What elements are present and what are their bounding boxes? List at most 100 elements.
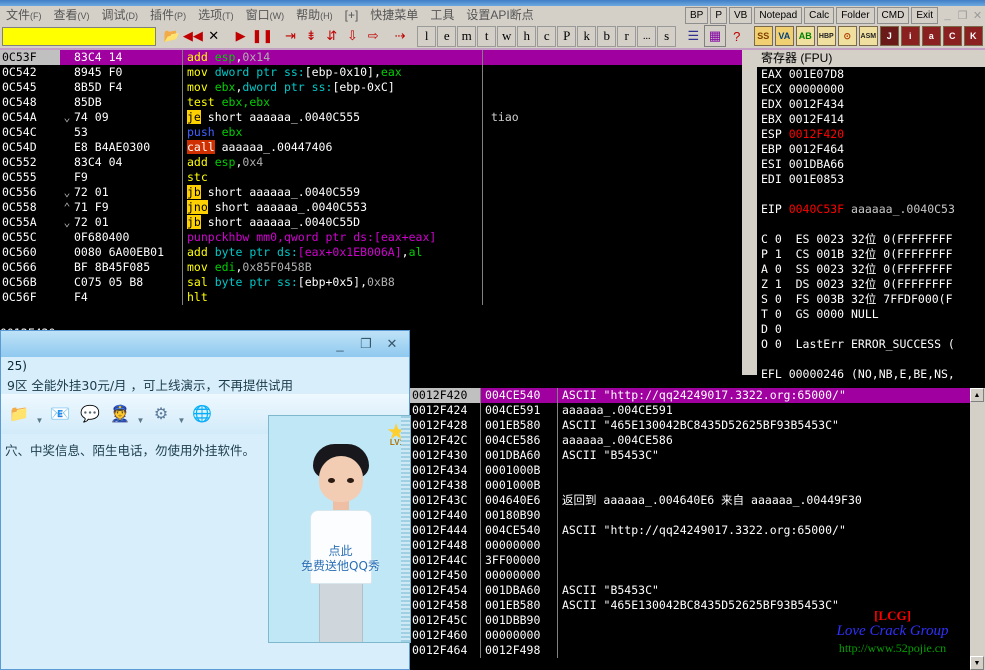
flag-a[interactable]: A 0 SS 0023 32位 0(FFFFFFFF: [757, 262, 985, 277]
register-ebp[interactable]: EBP 0012F464: [757, 142, 985, 157]
toolbar-letter-k[interactable]: k: [577, 25, 597, 47]
stack-row[interactable]: 0012F458 001EB580 ASCII "465E130042BC8435D…: [410, 598, 970, 613]
options-list-icon[interactable]: ☰: [683, 26, 704, 46]
flag-s[interactable]: S 0 FS 003B 32位 7FFDF000(F: [757, 292, 985, 307]
flag-c[interactable]: C 0 ES 0023 32位 0(FFFFFFFF: [757, 232, 985, 247]
run-icon[interactable]: ▶: [230, 26, 251, 46]
step-into-icon[interactable]: ⇥: [280, 26, 301, 46]
stack-row[interactable]: 0012F440 00180B90: [410, 508, 970, 523]
quick-button-cmd[interactable]: CMD: [876, 6, 910, 24]
restart-icon[interactable]: ◀◀: [182, 26, 203, 46]
stack-row[interactable]: 0012F444 004CE540 ASCII "http://qq24249017…: [410, 523, 970, 538]
register-eip[interactable]: EIP 0040C53F aaaaaa_.0040C53: [757, 202, 985, 217]
register-esp[interactable]: ESP 0012F420: [757, 127, 985, 142]
disassembly-row[interactable]: 0C552 83C4 04 add esp,0x4: [0, 155, 742, 170]
qq-maximize-button[interactable]: ❐: [353, 335, 379, 353]
trace-into-icon[interactable]: ⇵: [321, 26, 342, 46]
cpu-icon[interactable]: ▦: [704, 25, 726, 47]
menu-item-api-breakpoint[interactable]: 设置API断点: [460, 6, 539, 24]
plugin-target-icon[interactable]: ⊙: [837, 26, 857, 46]
toolbar-letter-b[interactable]: b: [597, 25, 617, 47]
qq-show-cta[interactable]: 点此 免费送他QQ秀: [269, 544, 410, 574]
execute-till-return-icon[interactable]: ⇨: [363, 26, 383, 46]
qq-show-panel[interactable]: ★ LV1 点此 免费送他QQ秀: [268, 415, 411, 643]
disassembly-row[interactable]: 0C548 85DB test ebx,ebx: [0, 95, 742, 110]
toolbar-letter-w[interactable]: w: [497, 25, 517, 47]
stack-row[interactable]: 0012F42C 004CE586 aaaaaa_.004CE586: [410, 433, 970, 448]
disassembly-row[interactable]: 0C542 8945 F0 mov dword ptr ss:[ebp-0x10],…: [0, 65, 742, 80]
stack-row[interactable]: 0012F424 004CE591 aaaaaa_.004CE591: [410, 403, 970, 418]
quick-button-bp[interactable]: BP: [685, 6, 709, 24]
stack-row[interactable]: 0012F434 0001000B: [410, 463, 970, 478]
plugin-a-icon[interactable]: a: [921, 26, 941, 46]
quick-button-folder[interactable]: Folder: [836, 6, 875, 24]
step-over-icon[interactable]: ⇟: [301, 26, 321, 46]
minimize-button[interactable]: _: [940, 8, 955, 22]
disassembly-row[interactable]: 0C560 0080 6A00EB01 add byte ptr ds:[eax+0…: [0, 245, 742, 260]
toolbar-letter-m[interactable]: m: [457, 25, 477, 47]
stack-row[interactable]: 0012F448 00000000: [410, 538, 970, 553]
register-eax[interactable]: EAX 001E07D8: [757, 67, 985, 82]
stack-row[interactable]: 0012F464 0012F498: [410, 643, 970, 658]
stack-row[interactable]: 0012F43C 004640E6 返回到 aaaaaa_.004640E6 来自 …: [410, 493, 970, 508]
qq-minimize-button[interactable]: _: [327, 335, 353, 353]
menu-item-view[interactable]: 查看(V): [48, 6, 96, 25]
quick-button-calc[interactable]: Calc: [804, 6, 835, 24]
chevron-down-icon[interactable]: ▼: [35, 397, 44, 431]
quick-button-p[interactable]: P: [710, 6, 728, 24]
toolbar-letter-e[interactable]: e: [437, 25, 457, 47]
menu-item-tools[interactable]: 工具: [424, 6, 460, 24]
chevron-down-icon-2[interactable]: ▼: [136, 397, 145, 431]
add-friend-icon[interactable]: 💬: [76, 400, 104, 428]
disassembly-row[interactable]: 0C56F F4 hlt: [0, 290, 742, 305]
address-input[interactable]: [2, 26, 157, 46]
qq-close-button[interactable]: ✕: [379, 335, 405, 353]
disassembly-row[interactable]: 0C55A ⌄ 72 01 jb short aaaaaa_.0040C55D: [0, 215, 742, 230]
register-ecx[interactable]: ECX 00000000: [757, 82, 985, 97]
plugin-va-icon[interactable]: VA: [774, 26, 794, 46]
stack-row[interactable]: 0012F438 0001000B: [410, 478, 970, 493]
help-icon[interactable]: ?: [726, 26, 747, 46]
menu-item-debug[interactable]: 调试(D): [96, 6, 145, 25]
menu-item-options[interactable]: 选项(T): [192, 6, 240, 25]
stack-scroll-up-arrow[interactable]: ▲: [970, 388, 984, 402]
menu-item-plus[interactable]: [+]: [339, 6, 365, 24]
stack-row[interactable]: 0012F450 00000000: [410, 568, 970, 583]
plugin-j-icon[interactable]: J: [879, 26, 899, 46]
quick-button-vb[interactable]: VB: [729, 6, 753, 24]
restore-button[interactable]: ❐: [955, 8, 970, 22]
disassembly-row[interactable]: 0C53F 83C4 14 add esp,0x14: [0, 50, 742, 65]
plugin-i-icon[interactable]: i: [900, 26, 920, 46]
register-edi[interactable]: EDI 001E0853: [757, 172, 985, 187]
qq-show-scrollbar[interactable]: [401, 416, 410, 642]
plugin-k-icon[interactable]: K: [963, 26, 983, 46]
disassembly-pane[interactable]: 0C53F 83C4 14 add esp,0x14 0C542 8945 F0 mov …: [0, 50, 742, 325]
disassembly-row[interactable]: 0C54A ⌄ 74 09 je short aaaaaa_.0040C555 tiao: [0, 110, 742, 125]
plugin-c-icon[interactable]: C: [942, 26, 962, 46]
register-edx[interactable]: EDX 0012F434: [757, 97, 985, 112]
flag-t[interactable]: T 0 GS 0000 NULL: [757, 307, 985, 322]
toolbar-letter-h[interactable]: h: [517, 25, 537, 47]
menu-item-file[interactable]: 文件(F): [0, 6, 48, 25]
disassembly-row[interactable]: 0C556 ⌄ 72 01 jb short aaaaaa_.0040C559: [0, 185, 742, 200]
police-icon[interactable]: 👮: [106, 400, 134, 428]
plugin-asm-icon[interactable]: ASM: [858, 26, 878, 46]
flag-p[interactable]: P 1 CS 001B 32位 0(FFFFFFFF: [757, 247, 985, 262]
toolbar-letter-r[interactable]: r: [617, 25, 637, 47]
stack-row[interactable]: 0012F454 001DBA60 ASCII "B5453C": [410, 583, 970, 598]
disassembly-row[interactable]: 0C56B C075 05 B8 sal byte ptr ss:[ebp+0x5]…: [0, 275, 742, 290]
settings-icon[interactable]: ⚙: [147, 400, 175, 428]
stack-pane[interactable]: 0012F420 004CE540 ASCII "http://qq24249017…: [410, 388, 970, 670]
stack-row[interactable]: 0012F460 00000000: [410, 628, 970, 643]
flag-z[interactable]: Z 1 DS 0023 32位 0(FFFFFFFF: [757, 277, 985, 292]
stack-row[interactable]: 0012F428 001EB580 ASCII "465E130042BC8435D…: [410, 418, 970, 433]
run-to-selection-icon[interactable]: ⇢: [390, 26, 410, 46]
disassembly-row[interactable]: 0C545 8B5D F4 mov ebx,dword ptr ss:[ebp-0x…: [0, 80, 742, 95]
stack-scrollbar[interactable]: ▲ ▼: [970, 388, 985, 670]
stack-row[interactable]: 0012F420 004CE540 ASCII "http://qq24249017…: [410, 388, 970, 403]
quick-button-notepad[interactable]: Notepad: [754, 6, 803, 24]
stack-scroll-down-arrow[interactable]: ▼: [970, 656, 984, 670]
stack-row[interactable]: 0012F430 001DBA60 ASCII "B5453C": [410, 448, 970, 463]
stack-row[interactable]: 0012F44C 3FF00000: [410, 553, 970, 568]
disassembly-row[interactable]: 0C558 ⌃ 71 F9 jno short aaaaaa_.0040C553: [0, 200, 742, 215]
